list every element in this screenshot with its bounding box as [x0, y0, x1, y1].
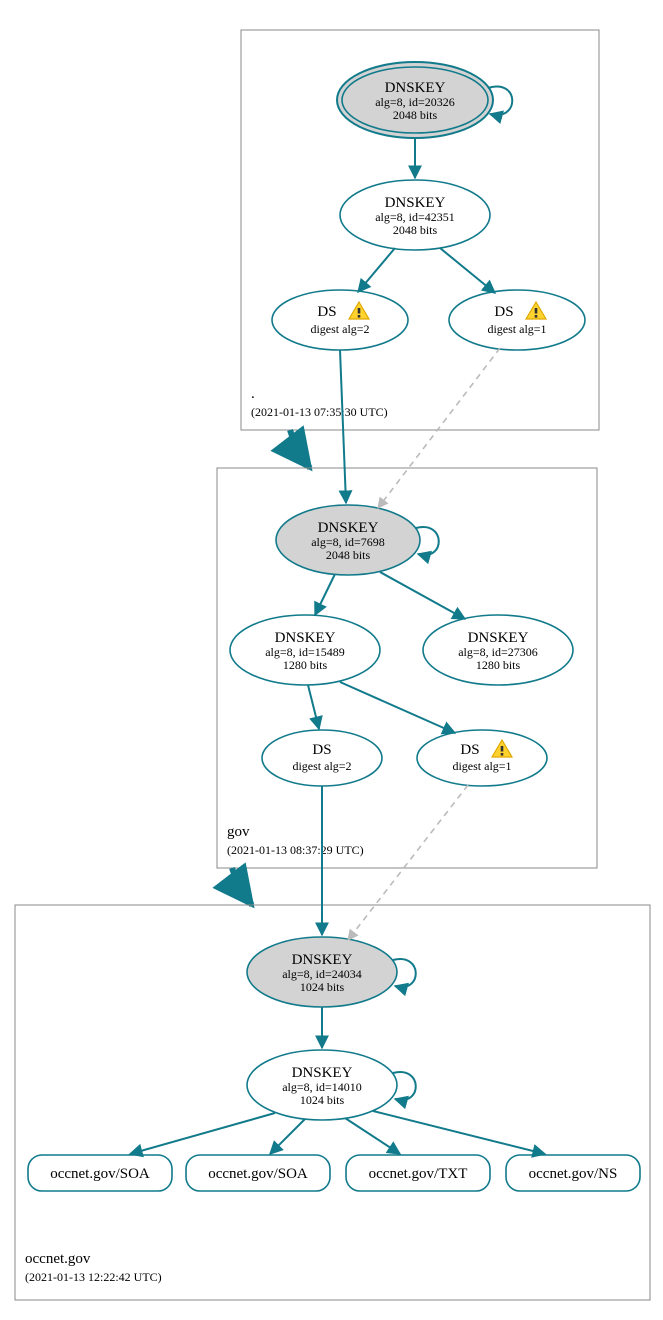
svg-text:digest alg=1: digest alg=1 [452, 759, 511, 773]
svg-text:DS: DS [460, 742, 479, 758]
svg-text:alg=8, id=27306: alg=8, id=27306 [458, 645, 538, 659]
node-gov-zsk2: DNSKEY alg=8, id=27306 1280 bits [423, 615, 573, 685]
edge-govzsk1-ds1 [340, 682, 455, 733]
node-gov-ksk: DNSKEY alg=8, id=7698 2048 bits [276, 505, 420, 575]
edge-zone-root-to-gov [290, 430, 310, 468]
zone-occnet-name: occnet.gov [25, 1251, 91, 1267]
svg-text:DNSKEY: DNSKEY [385, 80, 446, 96]
rrset-soa-1: occnet.gov/SOA [28, 1155, 172, 1191]
edge-rootds2-govksk [340, 350, 346, 503]
zone-root-timestamp: (2021-01-13 07:35:30 UTC) [251, 405, 388, 419]
zone-occnet-timestamp: (2021-01-13 12:22:42 UTC) [25, 1270, 162, 1284]
rrset-soa-2: occnet.gov/SOA [186, 1155, 330, 1191]
zone-gov-timestamp: (2021-01-13 08:37:29 UTC) [227, 843, 364, 857]
rrset-ns: occnet.gov/NS [506, 1155, 640, 1191]
svg-text:alg=8, id=14010: alg=8, id=14010 [282, 1080, 362, 1094]
edge-govksk-zsk1 [315, 574, 335, 615]
svg-text:DNSKEY: DNSKEY [292, 952, 353, 968]
svg-text:DS: DS [317, 304, 336, 320]
edge-occzsk-txt [345, 1118, 400, 1154]
edge-occzsk-soa1 [130, 1113, 275, 1154]
node-root-zsk: DNSKEY alg=8, id=42351 2048 bits [340, 180, 490, 250]
zone-root-name: . [251, 386, 255, 402]
dnssec-chain-diagram: . (2021-01-13 07:35:30 UTC) DNSKEY alg=8… [0, 0, 663, 1320]
node-root-ds2: DS digest alg=2 [272, 290, 408, 350]
svg-text:occnet.gov/SOA: occnet.gov/SOA [208, 1166, 308, 1182]
svg-text:digest alg=2: digest alg=2 [310, 322, 369, 336]
svg-text:DS: DS [494, 304, 513, 320]
svg-text:DNSKEY: DNSKEY [385, 195, 446, 211]
zone-gov: gov (2021-01-13 08:37:29 UTC) DNSKEY alg… [217, 348, 597, 868]
svg-text:1280 bits: 1280 bits [476, 658, 521, 672]
edge-zone-gov-to-occ [232, 868, 252, 905]
zone-gov-name: gov [227, 824, 250, 840]
edge-occzsk-ns [373, 1111, 545, 1154]
svg-text:digest alg=2: digest alg=2 [292, 759, 351, 773]
svg-text:1280 bits: 1280 bits [283, 658, 328, 672]
edge-govds1-occksk [348, 785, 468, 940]
edge-rootds1-govksk [378, 348, 500, 508]
svg-text:2048 bits: 2048 bits [393, 108, 438, 122]
node-gov-ds2: DS digest alg=2 [262, 730, 382, 786]
node-occ-zsk: DNSKEY alg=8, id=14010 1024 bits [247, 1050, 397, 1120]
node-root-ds1: DS digest alg=1 [449, 290, 585, 350]
svg-text:alg=8, id=24034: alg=8, id=24034 [282, 967, 362, 981]
svg-text:1024 bits: 1024 bits [300, 980, 345, 994]
node-occ-ksk: DNSKEY alg=8, id=24034 1024 bits [247, 937, 397, 1007]
svg-text:alg=8, id=7698: alg=8, id=7698 [311, 535, 385, 549]
svg-text:DS: DS [312, 742, 331, 758]
svg-text:alg=8, id=20326: alg=8, id=20326 [375, 95, 455, 109]
svg-text:DNSKEY: DNSKEY [318, 520, 379, 536]
edge-occzsk-soa2 [270, 1119, 305, 1154]
zone-root: . (2021-01-13 07:35:30 UTC) DNSKEY alg=8… [241, 30, 599, 430]
svg-text:occnet.gov/TXT: occnet.gov/TXT [369, 1166, 468, 1182]
svg-text:1024 bits: 1024 bits [300, 1093, 345, 1107]
node-gov-zsk1: DNSKEY alg=8, id=15489 1280 bits [230, 615, 380, 685]
node-gov-ds1: DS digest alg=1 [417, 730, 547, 786]
node-root-ksk: DNSKEY alg=8, id=20326 2048 bits [337, 62, 493, 138]
svg-text:digest alg=1: digest alg=1 [487, 322, 546, 336]
svg-text:DNSKEY: DNSKEY [292, 1065, 353, 1081]
rrset-txt: occnet.gov/TXT [346, 1155, 490, 1191]
edge-rootzsk-ds2 [358, 248, 395, 292]
svg-text:alg=8, id=15489: alg=8, id=15489 [265, 645, 345, 659]
svg-text:DNSKEY: DNSKEY [468, 630, 529, 646]
svg-text:occnet.gov/SOA: occnet.gov/SOA [50, 1166, 150, 1182]
edge-rootzsk-ds1 [440, 248, 495, 293]
svg-text:DNSKEY: DNSKEY [275, 630, 336, 646]
svg-text:2048 bits: 2048 bits [393, 223, 438, 237]
svg-text:occnet.gov/NS: occnet.gov/NS [529, 1166, 618, 1182]
svg-text:alg=8, id=42351: alg=8, id=42351 [375, 210, 455, 224]
svg-text:2048 bits: 2048 bits [326, 548, 371, 562]
edge-govzsk1-ds2 [308, 685, 319, 729]
zone-occnet: occnet.gov (2021-01-13 12:22:42 UTC) DNS… [15, 785, 650, 1300]
edge-govksk-zsk2 [380, 572, 465, 619]
